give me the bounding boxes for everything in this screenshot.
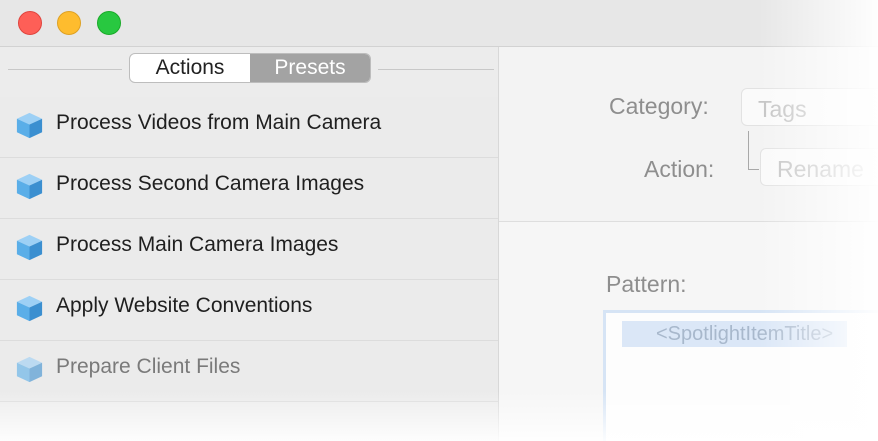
- close-window-button[interactable]: [18, 11, 42, 35]
- preset-label: Process Videos from Main Camera: [56, 111, 382, 134]
- actions-presets-segmented-control: Actions Presets: [129, 53, 371, 83]
- cube-icon: [16, 356, 43, 383]
- preset-label: Prepare Client Files: [56, 355, 241, 378]
- preset-label: Process Second Camera Images: [56, 172, 365, 195]
- segment-divider-left: [8, 69, 122, 70]
- preset-row[interactable]: Apply Website Conventions: [0, 280, 498, 341]
- preset-row[interactable]: Process Main Camera Images: [0, 219, 498, 280]
- title-bar: [0, 0, 878, 47]
- preset-row[interactable]: Process Second Camera Images: [0, 158, 498, 219]
- preset-detail-pane: Category: Tags Action: Rename Pattern: <…: [499, 47, 878, 441]
- cube-icon: [16, 173, 43, 200]
- segment-presets[interactable]: Presets: [250, 54, 370, 82]
- segment-actions[interactable]: Actions: [130, 54, 250, 82]
- category-popup[interactable]: Tags: [741, 88, 878, 126]
- pattern-field[interactable]: <SpotlightItemTitle>: [603, 310, 878, 441]
- action-config-section: Category: Tags Action: Rename: [499, 47, 878, 222]
- preset-label: Apply Website Conventions: [56, 294, 313, 317]
- minimize-window-button[interactable]: [57, 11, 81, 35]
- preset-label: Process Main Camera Images: [56, 233, 339, 256]
- cube-icon: [16, 295, 43, 322]
- category-action-connector: [748, 131, 759, 170]
- preset-row[interactable]: Prepare Client Files: [0, 341, 498, 402]
- zoom-window-button[interactable]: [97, 11, 121, 35]
- app-window: Actions Presets Process Videos from Main…: [0, 0, 878, 441]
- cube-icon: [16, 112, 43, 139]
- segment-divider-right: [378, 69, 494, 70]
- category-label: Category:: [609, 93, 709, 119]
- presets-list: Process Videos from Main Camera Process …: [0, 97, 498, 402]
- pattern-token[interactable]: <SpotlightItemTitle>: [622, 321, 848, 347]
- action-popup[interactable]: Rename: [760, 148, 878, 186]
- cube-icon: [16, 234, 43, 261]
- preset-row[interactable]: Process Videos from Main Camera: [0, 97, 498, 158]
- action-label: Action:: [644, 156, 715, 182]
- pattern-label: Pattern:: [606, 271, 687, 297]
- presets-sidebar: Actions Presets Process Videos from Main…: [0, 47, 499, 441]
